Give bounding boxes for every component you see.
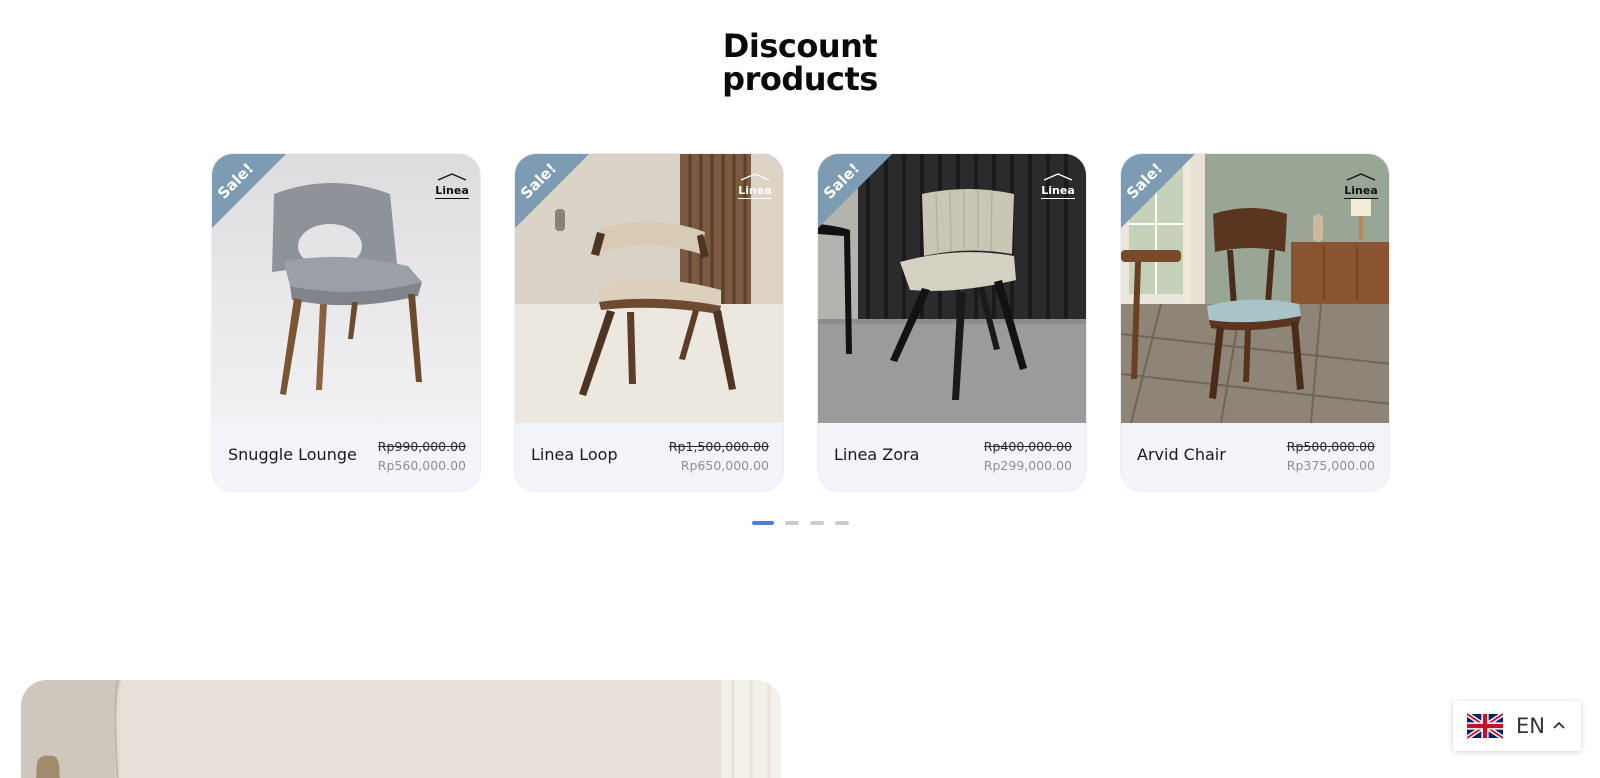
- house-roof-icon: [437, 173, 467, 181]
- product-info: Snuggle Lounge Rp990,000.00 Rp560,000.00: [212, 423, 480, 491]
- product-name[interactable]: Arvid Chair: [1137, 445, 1226, 464]
- original-price: Rp1,500,000.00: [668, 439, 769, 454]
- product-info: Arvid Chair Rp500,000.00 Rp375,000.00: [1121, 423, 1389, 491]
- house-roof-icon: [1043, 173, 1073, 181]
- product-card[interactable]: Sale! Linea Snuggle Lounge Rp990,000.00 …: [211, 153, 481, 492]
- carousel-pagination: [752, 521, 849, 527]
- original-price: Rp990,000.00: [377, 439, 466, 454]
- carousel-dot-4[interactable]: [835, 521, 849, 525]
- section-title-line1: Discount: [722, 27, 878, 65]
- uk-flag-icon: [1467, 713, 1503, 739]
- brand-logo: Linea: [434, 166, 470, 199]
- sale-badge: Sale!: [212, 154, 286, 228]
- product-name[interactable]: Linea Zora: [834, 445, 919, 464]
- product-card[interactable]: Sale! Linea Linea Loop Rp1,500,000.00 Rp…: [514, 153, 784, 492]
- product-name[interactable]: Linea Loop: [531, 445, 618, 464]
- sale-badge: Sale!: [1121, 154, 1195, 228]
- product-info: Linea Loop Rp1,500,000.00 Rp650,000.00: [515, 423, 783, 491]
- original-price: Rp500,000.00: [1286, 439, 1375, 454]
- section-title-line2: products: [722, 60, 878, 98]
- product-name[interactable]: Snuggle Lounge: [228, 445, 357, 464]
- sale-badge: Sale!: [515, 154, 589, 228]
- page: Discount products Sale! Linea Snuggle Lo…: [0, 0, 1600, 778]
- house-roof-icon: [740, 173, 770, 181]
- product-card[interactable]: Sale! Linea Arvid Chair Rp500,000.00 Rp3…: [1120, 153, 1390, 492]
- original-price: Rp400,000.00: [983, 439, 1072, 454]
- carousel-dot-3[interactable]: [810, 521, 824, 525]
- sale-price: Rp560,000.00: [377, 458, 466, 473]
- brand-logo: Linea: [1040, 166, 1076, 199]
- brand-logo: Linea: [737, 166, 773, 199]
- sale-price: Rp375,000.00: [1286, 458, 1375, 473]
- banner-image: [21, 680, 781, 778]
- carousel-dot-2[interactable]: [785, 521, 799, 525]
- brand-logo: Linea: [1343, 166, 1379, 199]
- product-info: Linea Zora Rp400,000.00 Rp299,000.00: [818, 423, 1086, 491]
- section-title: Discount products: [0, 30, 1600, 96]
- sale-badge: Sale!: [818, 154, 892, 228]
- language-code: EN: [1516, 714, 1545, 738]
- chevron-up-icon: [1553, 721, 1565, 729]
- language-switcher[interactable]: EN: [1453, 701, 1581, 751]
- sale-price: Rp650,000.00: [680, 458, 769, 473]
- carousel-dot-1[interactable]: [752, 521, 774, 525]
- product-card[interactable]: Sale! Linea Linea Zora Rp400,000.00 Rp29…: [817, 153, 1087, 492]
- house-roof-icon: [1346, 173, 1376, 181]
- sale-price: Rp299,000.00: [983, 458, 1072, 473]
